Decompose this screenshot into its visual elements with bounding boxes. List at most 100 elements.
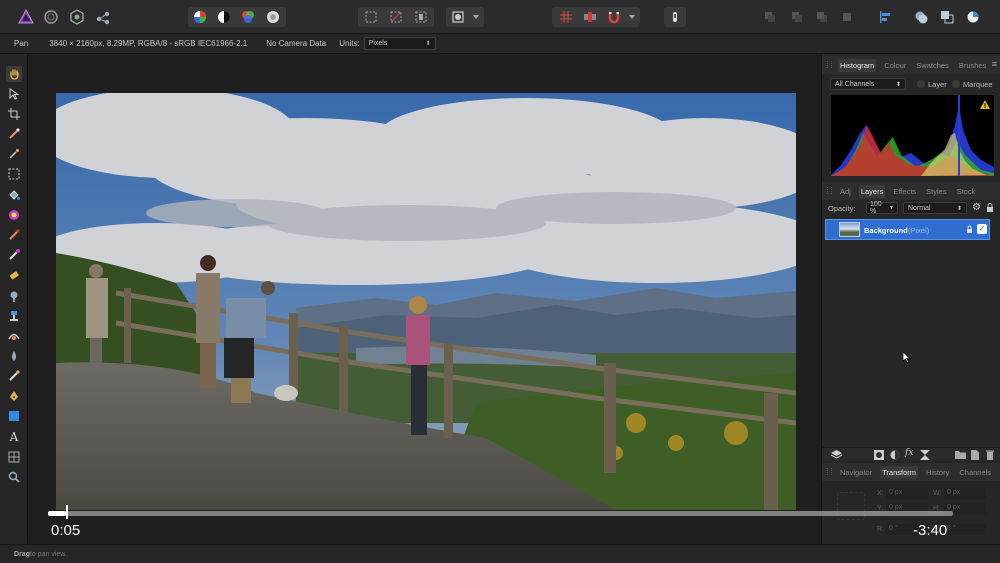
layer-row-background[interactable]: Background (Pixel) ✓ [825, 219, 990, 240]
units-select[interactable]: Pixels ⬍ [363, 37, 436, 50]
stepper-icon: ⬍ [425, 41, 431, 47]
delete-layer-icon[interactable] [986, 450, 994, 462]
adjustment-layer-icon[interactable] [890, 450, 900, 462]
w-field[interactable]: 0 px [944, 488, 986, 499]
x-label: X: [877, 490, 884, 497]
flood-fill-icon[interactable] [6, 187, 22, 203]
blur-brush-icon[interactable] [6, 348, 22, 364]
video-playhead[interactable] [66, 505, 68, 519]
chevron-down-icon[interactable] [470, 8, 482, 26]
arrange-forward-icon[interactable] [813, 8, 831, 26]
dodge-brush-icon[interactable] [6, 288, 22, 304]
rectangle-tool-icon[interactable] [6, 408, 22, 424]
paint-brush-icon[interactable] [6, 227, 22, 243]
black-white-icon[interactable] [215, 8, 233, 26]
tab-histogram[interactable]: Histogram [838, 58, 877, 72]
marquee-tool-icon[interactable] [6, 166, 22, 182]
landscape-photo[interactable] [56, 93, 796, 510]
zoom-tool-icon[interactable] [6, 469, 22, 485]
boolean-add-icon[interactable] [912, 8, 930, 26]
arrange-front-icon[interactable] [838, 8, 856, 26]
arrange-backward-icon[interactable] [788, 8, 806, 26]
selection-brush-icon[interactable] [6, 146, 22, 162]
select-all-icon[interactable] [362, 8, 380, 26]
document-info[interactable]: 3840 × 2160px, 8.29MP, RGBA/8 - sRGB IEC… [35, 39, 254, 48]
hand-tool-icon[interactable] [6, 66, 22, 82]
export-persona-icon[interactable] [94, 8, 112, 26]
align-icon[interactable] [876, 8, 894, 26]
gear-icon[interactable]: ⚙ [972, 202, 981, 214]
tab-history[interactable]: History [924, 466, 951, 479]
clone-brush-icon[interactable] [6, 308, 22, 324]
develop-persona-icon[interactable] [68, 8, 86, 26]
arrange-back-icon[interactable] [761, 8, 779, 26]
channels-select[interactable]: All Channels ⬍ [830, 78, 906, 90]
fill-layer-icon[interactable] [920, 450, 930, 462]
boolean-intersect-icon[interactable] [964, 8, 982, 26]
colour-replacement-icon[interactable] [6, 247, 22, 263]
tab-styles[interactable]: Styles [924, 185, 948, 198]
gradient-tool-icon[interactable] [6, 207, 22, 223]
opacity-field[interactable]: 100 % ▼ [866, 201, 898, 215]
tab-swatches[interactable]: Swatches [914, 59, 951, 72]
panel-grip[interactable] [827, 468, 832, 475]
tab-channels[interactable]: Channels [957, 466, 993, 479]
erase-brush-icon[interactable] [6, 267, 22, 283]
crop-tool-icon[interactable] [6, 106, 22, 122]
transform-tabbar: Navigator Transform History Channels [822, 463, 1000, 481]
tab-brushes[interactable]: Brushes [957, 59, 989, 72]
s-field[interactable]: 0 ° [944, 524, 986, 535]
tab-adjustments[interactable]: Adj [838, 185, 853, 198]
guides-icon[interactable] [581, 8, 599, 26]
chevron-down-icon[interactable] [626, 8, 638, 26]
layers-stack-icon[interactable] [830, 450, 843, 462]
layer-radio[interactable] [917, 80, 925, 88]
tab-effects[interactable]: Effects [891, 185, 918, 198]
text-tool-icon[interactable]: A [6, 429, 22, 445]
warning-icon[interactable] [980, 100, 990, 111]
blemish-removal-icon[interactable] [6, 328, 22, 344]
panel-grip[interactable] [827, 61, 832, 68]
live-filter-icon[interactable]: fx [905, 448, 913, 458]
snapping-magnet-icon[interactable] [605, 8, 623, 26]
photo-persona-icon[interactable] [17, 8, 35, 26]
video-progress-bar[interactable] [48, 511, 953, 516]
layer-radio-label: Layer [928, 80, 947, 89]
mesh-warp-icon[interactable] [6, 449, 22, 465]
liquify-persona-icon[interactable] [42, 8, 60, 26]
assistant-icon[interactable] [666, 8, 684, 26]
smudge-brush-icon[interactable] [6, 368, 22, 384]
levels-icon[interactable] [191, 8, 209, 26]
move-tool-icon[interactable] [6, 86, 22, 102]
tab-transform[interactable]: Transform [880, 465, 919, 479]
tab-colour[interactable]: Colour [882, 59, 908, 72]
panel-grip[interactable] [827, 187, 832, 194]
blend-mode-select[interactable]: Normal ⬍ [903, 202, 967, 214]
boolean-subtract-icon[interactable] [938, 8, 956, 26]
panel-menu-icon[interactable]: ≡ [992, 59, 997, 69]
visibility-checkbox[interactable]: ✓ [977, 224, 987, 234]
colour-balance-icon[interactable] [239, 8, 257, 26]
main-toolbar [0, 0, 1000, 34]
colour-picker-icon[interactable] [6, 126, 22, 142]
tab-layers[interactable]: Layers [858, 184, 886, 198]
quick-mask-icon[interactable] [449, 8, 467, 26]
add-group-icon[interactable] [955, 450, 966, 461]
deselect-icon[interactable] [387, 8, 405, 26]
invert-selection-icon[interactable] [412, 8, 430, 26]
layer-thumbnail [839, 222, 860, 237]
tab-stock[interactable]: Stock [955, 185, 978, 198]
x-field[interactable]: 0 px [886, 488, 928, 499]
layer-lock-icon[interactable] [966, 225, 973, 236]
pen-tool-icon[interactable] [6, 388, 22, 404]
grid-icon[interactable] [557, 8, 575, 26]
tab-navigator[interactable]: Navigator [838, 466, 874, 479]
marquee-radio[interactable] [952, 80, 960, 88]
add-pixel-layer-icon[interactable] [971, 450, 979, 462]
document-canvas[interactable] [28, 54, 816, 541]
camera-data[interactable]: No Camera Data [254, 39, 333, 48]
lock-icon[interactable] [986, 203, 994, 215]
mask-layer-icon[interactable] [874, 450, 884, 462]
status-hint-action: Drag [14, 550, 30, 558]
white-balance-icon[interactable] [264, 8, 282, 26]
